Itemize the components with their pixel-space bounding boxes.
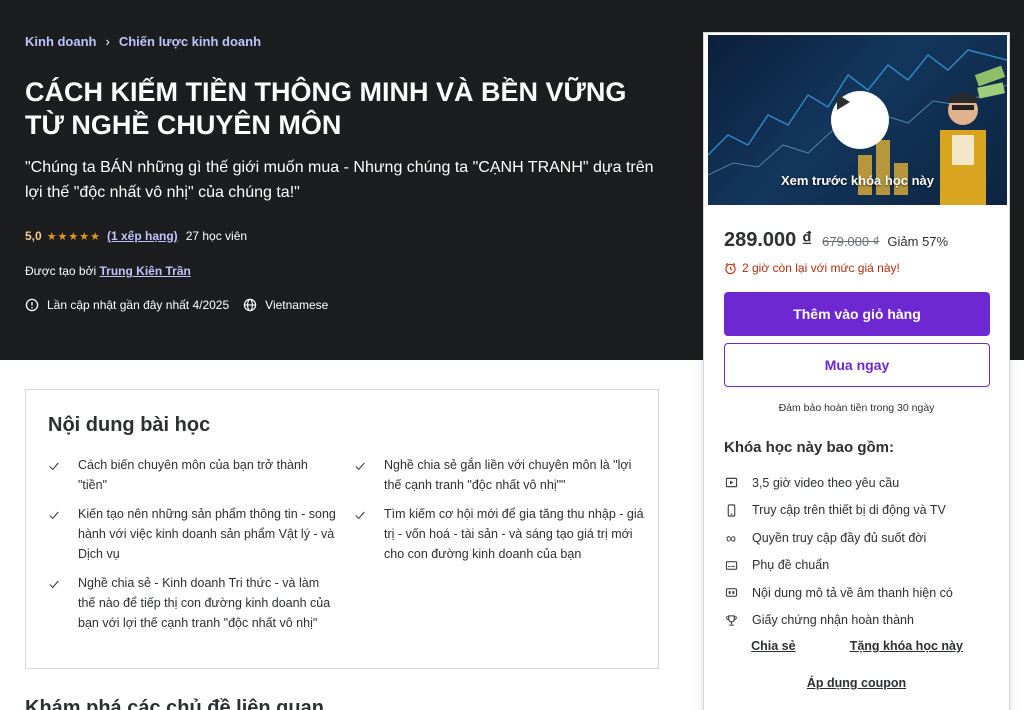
alarm-clock-icon	[725, 262, 736, 274]
globe-icon	[243, 298, 257, 312]
apply-coupon-link[interactable]: Áp dụng coupon	[807, 676, 906, 690]
learn-item: Cách biến chuyên môn của bạn trở thành "…	[48, 455, 338, 495]
learn-item-text: Nghề chia sẻ gắn liền với chuyên môn là …	[384, 458, 632, 492]
check-icon	[48, 573, 62, 633]
preview-label: Xem trước khóa học này	[780, 173, 935, 188]
star-rating-icon: ★★★★★	[46, 230, 101, 243]
course-meta: Lần cập nhật gần đây nhất 4/2025 Vietnam…	[25, 298, 328, 312]
learn-list-left: Cách biến chuyên môn của bạn trở thành "…	[48, 455, 338, 642]
play-icon	[837, 94, 850, 110]
rating-count-link[interactable]: (1 xếp hạng)	[107, 229, 178, 243]
breadcrumb-item-business[interactable]: Kinh doanh	[25, 34, 97, 49]
include-item-label: 3,5 giờ video theo yêu cầu	[752, 475, 900, 490]
purchase-card: Xem trước khóa học này 289.000 ₫ 679.000…	[703, 32, 1010, 710]
check-icon	[48, 455, 62, 495]
learn-item: Nghề chia sẻ gắn liền với chuyên môn là …	[354, 455, 644, 495]
learn-item: Kiến tạo nên những sản phẩm thông tin - …	[48, 504, 338, 564]
price-timer: 2 giờ còn lại với mức giá này!	[724, 261, 900, 275]
created-by-label: Được tạo bởi	[25, 264, 97, 278]
include-item: Truy cập trên thiết bị di động và TV	[724, 497, 953, 525]
learn-item-text: Cách biến chuyên môn của bạn trở thành "…	[78, 458, 308, 492]
current-price: 289.000 ₫	[724, 229, 813, 251]
include-item: Phụ đề chuẩn	[724, 552, 953, 580]
related-topics-title: Khám phá các chủ đề liên quan	[25, 697, 324, 710]
includes-list: 3,5 giờ video theo yêu cầu Truy cập trên…	[724, 469, 953, 634]
learn-item-text: Kiến tạo nên những sản phẩm thông tin - …	[78, 507, 336, 561]
what-you-will-learn: Nội dung bài học Cách biến chuyên môn củ…	[25, 389, 659, 669]
rating-row: 5,0 ★★★★★ (1 xếp hạng) 27 học viên	[25, 229, 247, 243]
includes-title: Khóa học này bao gồm:	[724, 439, 895, 456]
course-title: CÁCH KIẾM TIỀN THÔNG MINH VÀ BỀN VỮNG TỪ…	[25, 77, 627, 140]
check-icon	[354, 504, 368, 564]
play-button[interactable]	[831, 91, 889, 149]
timer-text: 2 giờ còn lại với mức giá này!	[742, 261, 900, 275]
price-row: 289.000 ₫ 679.000 ₫ Giảm 57%	[724, 229, 948, 252]
include-item: Giấy chứng nhận hoàn thành	[724, 607, 953, 635]
learn-item: Nghề chia sẻ - Kinh doanh Tri thức - và …	[48, 573, 338, 633]
learn-item: Tìm kiếm cơ hội mới để gia tăng thu nhập…	[354, 504, 644, 564]
include-item-label: Phụ đề chuẩn	[752, 558, 830, 573]
learn-item-text: Tìm kiếm cơ hội mới để gia tăng thu nhập…	[384, 507, 644, 561]
money-back-guarantee: Đảm bảo hoàn tiền trong 30 ngày	[778, 402, 935, 414]
include-item: 3,5 giờ video theo yêu cầu	[724, 469, 953, 497]
rating-value: 5,0	[25, 229, 42, 243]
course-language: Vietnamese	[265, 298, 329, 312]
video-icon	[724, 476, 738, 490]
alert-clock-icon	[25, 298, 39, 312]
include-item-label: Nội dung mô tả về âm thanh hiện có	[752, 585, 953, 600]
breadcrumb: Kinh doanh › Chiến lược kinh doanh	[25, 34, 261, 49]
infinity-icon: ∞	[726, 529, 736, 546]
breadcrumb-item-strategy[interactable]: Chiến lược kinh doanh	[119, 34, 261, 49]
include-item: ∞ Quyền truy cập đầy đủ suốt đời	[724, 524, 953, 552]
student-count: 27 học viên	[185, 229, 248, 243]
include-item: Nội dung mô tả về âm thanh hiện có	[724, 579, 953, 607]
check-icon	[354, 455, 368, 495]
course-subtitle: "Chúng ta BÁN những gì thế giới muốn mua…	[25, 159, 654, 201]
gift-course-link[interactable]: Tặng khóa học này	[850, 639, 963, 653]
share-link[interactable]: Chia sẻ	[751, 639, 795, 653]
check-icon	[48, 504, 62, 564]
chevron-right-icon: ›	[105, 34, 110, 49]
include-item-label: Quyền truy cập đầy đủ suốt đời	[752, 530, 927, 545]
closed-captions-icon	[724, 558, 738, 572]
instructor-link[interactable]: Trung Kiên Trần	[99, 264, 190, 278]
original-price: 679.000 ₫	[822, 234, 880, 249]
add-to-cart-button[interactable]: Thêm vào giỏ hàng	[724, 292, 990, 336]
learn-list-right: Nghề chia sẻ gắn liền với chuyên môn là …	[354, 455, 644, 573]
card-links: Chia sẻ Tặng khóa học này	[724, 639, 990, 653]
created-by: Được tạo bởi Trung Kiên Trần	[25, 264, 191, 278]
include-item-label: Truy cập trên thiết bị di động và TV	[752, 503, 946, 518]
mobile-icon	[724, 503, 738, 517]
last-updated: Lần cập nhật gần đây nhất 4/2025	[47, 298, 230, 312]
course-preview[interactable]: Xem trước khóa học này	[708, 35, 1007, 205]
trophy-icon	[724, 613, 738, 627]
audio-description-icon	[724, 586, 738, 600]
coupon-row: Áp dụng coupon	[704, 676, 1009, 690]
include-item-label: Giấy chứng nhận hoàn thành	[752, 613, 914, 628]
learn-title: Nội dung bài học	[48, 414, 211, 436]
buy-now-button[interactable]: Mua ngay	[724, 343, 990, 387]
discount-percent: Giảm 57%	[887, 234, 949, 249]
learn-item-text: Nghề chia sẻ - Kinh doanh Tri thức - và …	[78, 576, 331, 630]
